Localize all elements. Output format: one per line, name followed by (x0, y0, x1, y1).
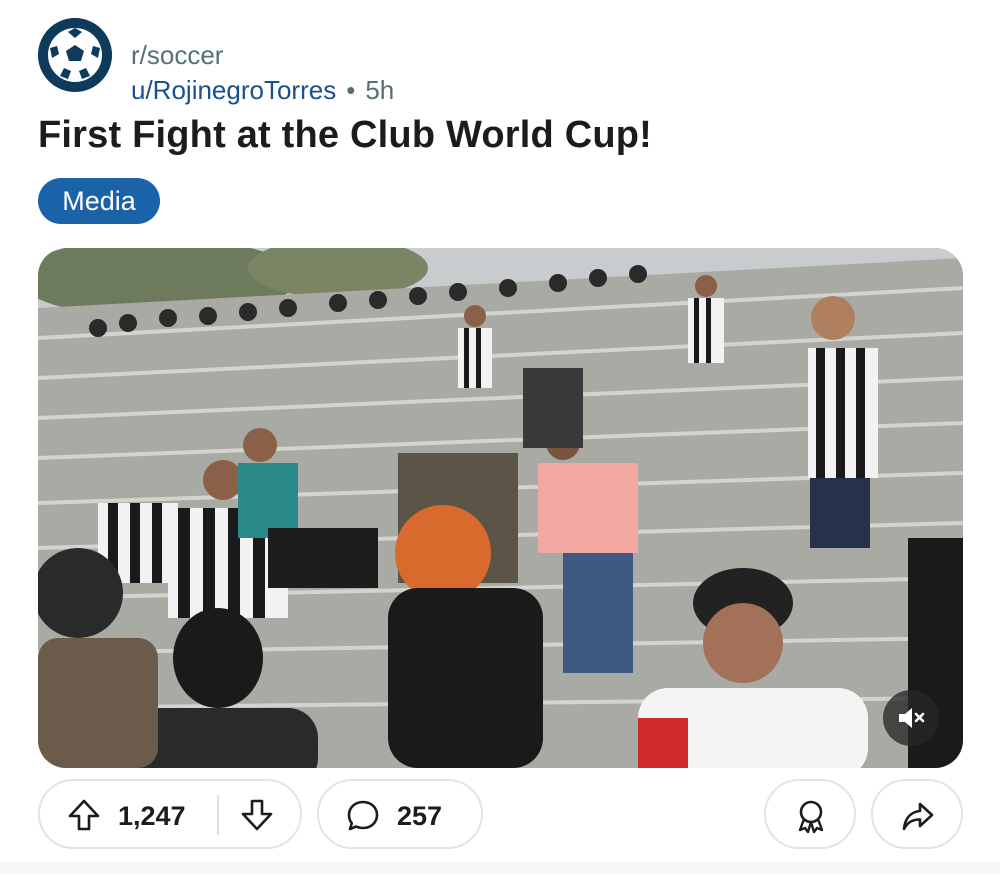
comments-button[interactable]: 257 (317, 779, 483, 849)
mute-button[interactable] (883, 690, 939, 746)
upvote-arrow-icon[interactable] (66, 797, 102, 833)
video-frame (38, 248, 963, 768)
mute-icon (899, 708, 925, 728)
upvote-count: 1,247 (118, 801, 186, 831)
share-button[interactable] (871, 779, 963, 849)
post-title[interactable]: First Fight at the Club World Cup! (38, 114, 652, 157)
post-header: r/soccer u/RojinegroTorres • 5h (38, 18, 938, 105)
share-arrow-icon (902, 802, 934, 831)
vote-divider (217, 795, 219, 835)
subreddit-name[interactable]: r/soccer (131, 40, 223, 71)
award-button[interactable] (764, 779, 856, 849)
video-player[interactable] (38, 248, 963, 768)
award-icon (798, 800, 824, 834)
meta-separator: • (346, 75, 356, 105)
subreddit-avatar[interactable] (38, 18, 112, 92)
post-meta: u/RojinegroTorres • 5h (131, 75, 394, 106)
comment-count: 257 (397, 801, 443, 831)
bottom-divider (0, 862, 1000, 874)
downvote-arrow-icon[interactable] (239, 797, 275, 833)
comment-bubble-icon (347, 800, 379, 831)
author-link[interactable]: u/RojinegroTorres (131, 75, 336, 105)
vote-bar: 1,247 (38, 779, 302, 849)
soccer-ball-icon (38, 18, 112, 92)
post-age: 5h (365, 75, 395, 105)
post-flair[interactable]: Media (38, 178, 160, 224)
